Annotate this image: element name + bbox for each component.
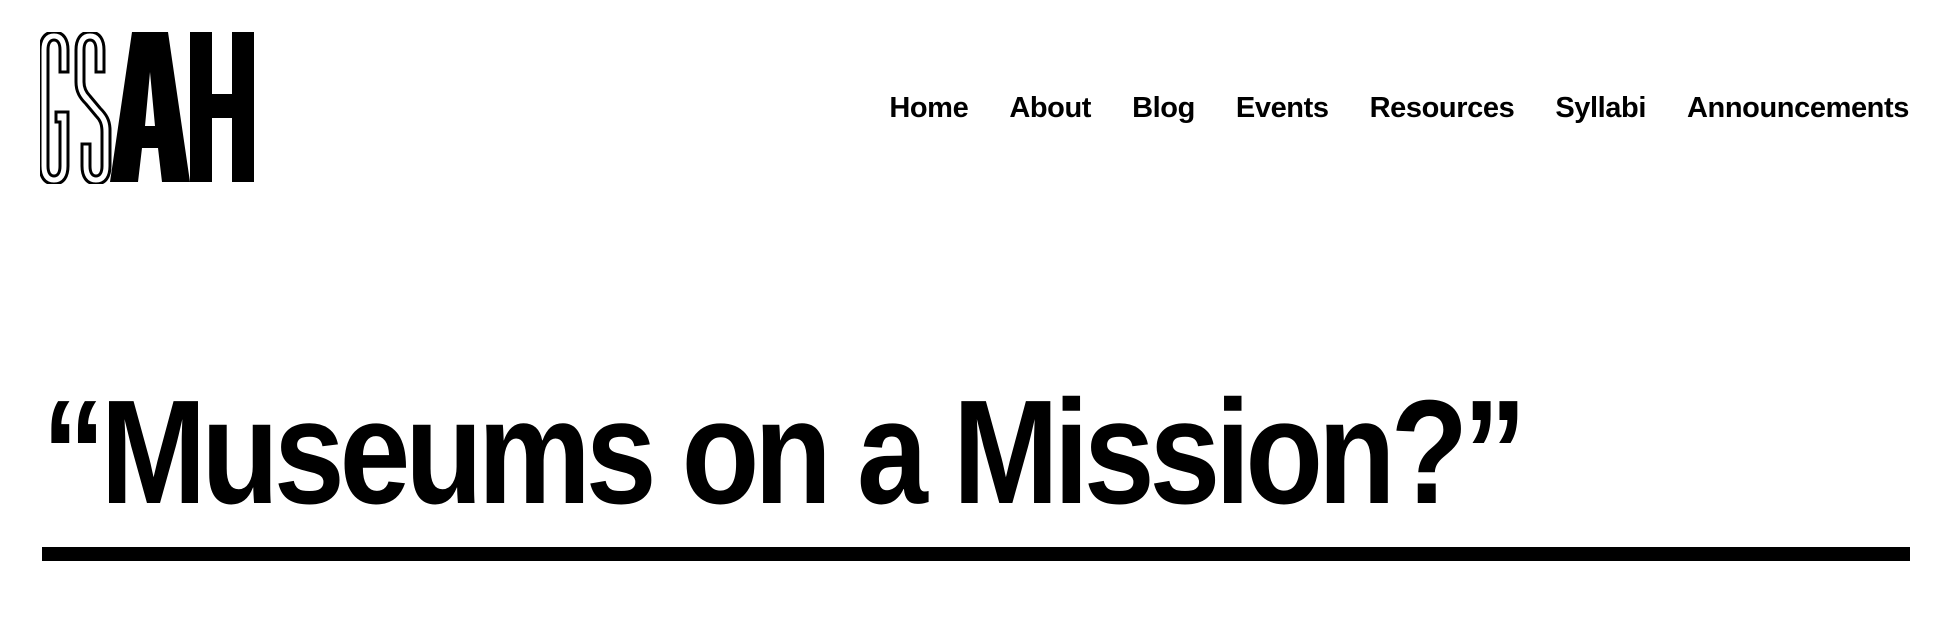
nav-item-about[interactable]: About — [1009, 88, 1091, 128]
main-nav: Home About Blog Events Resources Syllabi… — [889, 88, 1909, 128]
nav-item-syllabi[interactable]: Syllabi — [1555, 88, 1646, 128]
nav-item-resources[interactable]: Resources — [1370, 88, 1515, 128]
site-logo[interactable] — [40, 32, 262, 184]
gsah-wordmark-logo — [40, 32, 254, 184]
nav-item-announcements[interactable]: Announcements — [1687, 88, 1909, 128]
title-container: “Museums on a Mission?” — [42, 378, 1642, 528]
nav-item-home[interactable]: Home — [889, 88, 968, 128]
page: Home About Blog Events Resources Syllabi… — [0, 0, 1952, 625]
title-divider — [42, 547, 1910, 561]
nav-item-events[interactable]: Events — [1236, 88, 1329, 128]
page-title: “Museums on a Mission?” — [42, 370, 1527, 535]
nav-item-blog[interactable]: Blog — [1132, 88, 1195, 128]
